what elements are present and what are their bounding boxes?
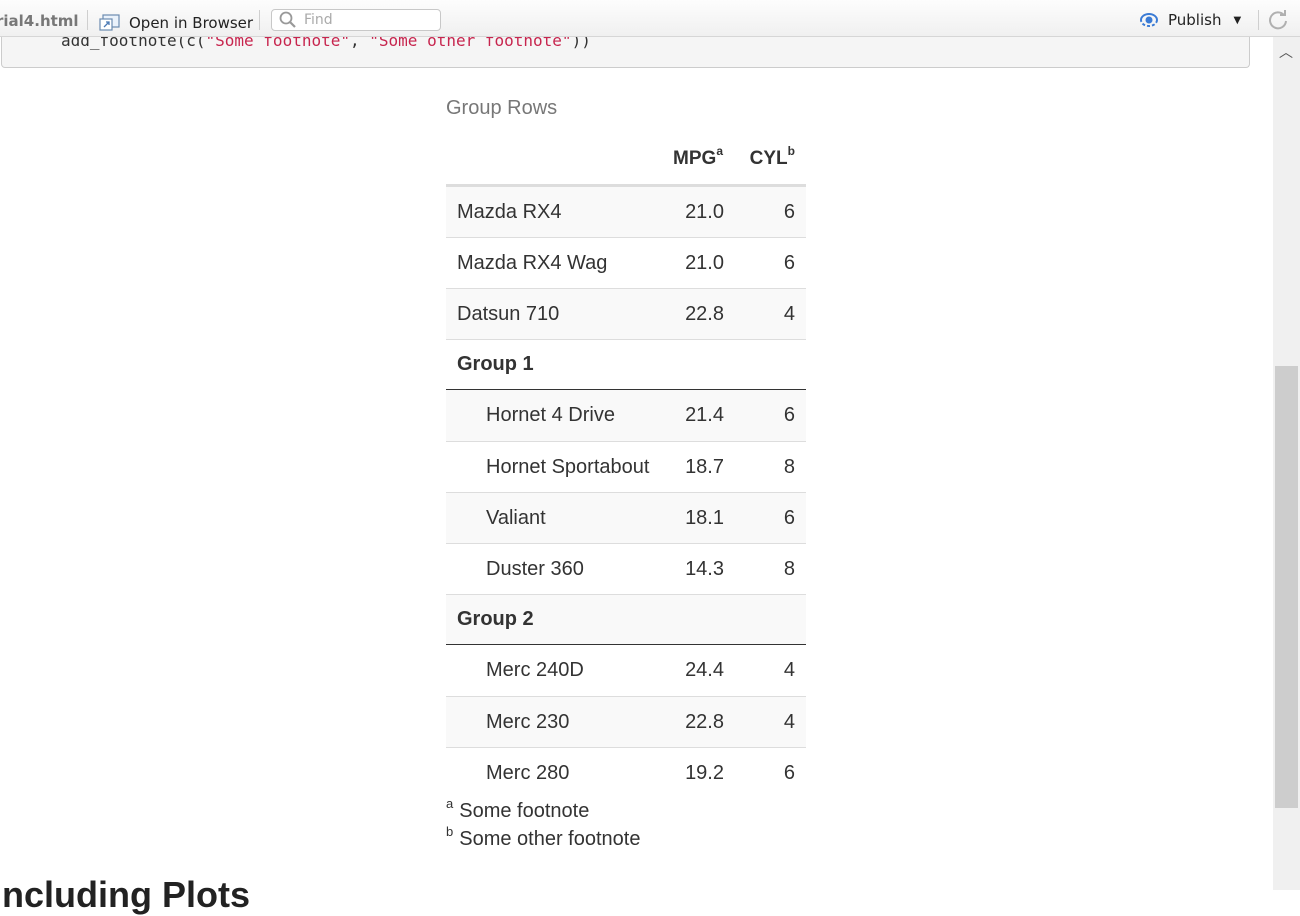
- toolbar-separator: [1258, 10, 1259, 30]
- data-table: MPGa CYLb Mazda RX4 21.0 6 Mazda RX4 Wag 21…: [446, 136, 806, 798]
- scroll-up-arrow-icon[interactable]: ︿: [1276, 42, 1296, 62]
- browser-window-icon: [99, 14, 120, 31]
- table-footnotes: a Some footnote b Some other footnote: [446, 797, 640, 853]
- header-mpg: MPGa: [673, 143, 723, 169]
- group-header-row: Group 1: [446, 339, 806, 390]
- publish-icon: [1140, 13, 1158, 27]
- table-row: Mazda RX4 21.0 6: [446, 186, 806, 237]
- search-icon: [279, 11, 296, 28]
- table-row: Mazda RX4 Wag 21.0 6: [446, 237, 806, 288]
- table-row: Datsun 710 22.8 4: [446, 288, 806, 339]
- code-chunk: add_footnote(c("Some footnote", "Some ot…: [1, 37, 1250, 68]
- header-cyl: CYLb: [749, 143, 795, 169]
- refresh-icon: [1269, 10, 1287, 30]
- open-in-browser-button[interactable]: Open in Browser: [99, 12, 253, 34]
- table-row: Valiant 18.1 6: [446, 492, 806, 543]
- find-input[interactable]: [304, 12, 434, 28]
- scrollbar-thumb[interactable]: [1275, 366, 1298, 808]
- refresh-button[interactable]: [1267, 9, 1289, 35]
- group-header-row: Group 2: [446, 594, 806, 645]
- footnote: a Some footnote: [446, 796, 590, 822]
- toolbar-separator: [87, 10, 88, 30]
- file-title: rial4.html: [0, 12, 79, 30]
- publish-button[interactable]: Publish ▼: [1138, 11, 1241, 29]
- toolbar-separator: [259, 10, 260, 30]
- find-field[interactable]: [271, 9, 441, 31]
- table-row: Merc 240D 24.4 4: [486, 659, 795, 681]
- table-row: Hornet 4 Drive 21.4 6: [446, 390, 806, 441]
- open-in-browser-label: Open in Browser: [129, 14, 254, 32]
- table-row: Merc 280 19.2 6: [446, 747, 806, 798]
- section-heading: Including Plots: [0, 874, 250, 915]
- publish-label: Publish: [1168, 11, 1222, 29]
- table-header: MPGa CYLb: [446, 136, 806, 186]
- table-caption: Group Rows: [446, 97, 558, 119]
- footnote: b Some other footnote: [446, 824, 641, 850]
- viewer-toolbar: rial4.html Open in Browser Publish ▼: [0, 0, 1300, 37]
- chevron-down-icon[interactable]: ▼: [1233, 15, 1241, 26]
- table-row: Merc 230 22.8 4: [446, 696, 806, 747]
- code-line: add_footnote(c("Some footnote", "Some ot…: [61, 37, 591, 50]
- table-row: Hornet Sportabout 18.7 8: [446, 441, 806, 492]
- table-row: Duster 360 14.3 8: [446, 543, 806, 594]
